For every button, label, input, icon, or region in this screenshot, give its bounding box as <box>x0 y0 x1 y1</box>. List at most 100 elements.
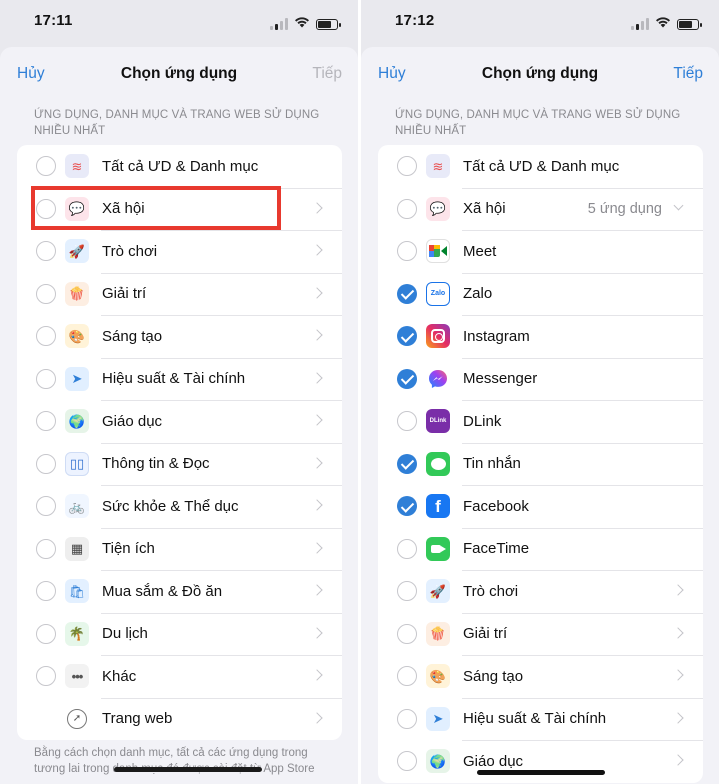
list-item-productivity[interactable]: ➤ Hiệu suất & Tài chính <box>378 697 703 741</box>
next-button[interactable]: Tiếp <box>673 65 703 83</box>
item-label: Zalo <box>463 285 493 303</box>
checkmark-icon[interactable] <box>397 326 417 347</box>
list-item-social[interactable]: 💬 Xã hội 5 ứng dụng <box>378 187 703 231</box>
dlink-icon: DLink <box>426 409 450 434</box>
messages-icon <box>426 451 450 476</box>
item-label: Khác <box>102 667 137 685</box>
section-header: ỨNG DỤNG, DANH MỤC VÀ TRANG WEB SỬ DỤNG … <box>395 109 681 137</box>
list-item-shopping[interactable]: 🛍 Mua sắm & Đồ ăn <box>17 570 342 613</box>
list-item-other[interactable]: ••• Khác <box>17 655 342 698</box>
list-item-reading[interactable]: ▯▯ Thông tin & Đọc <box>17 442 342 486</box>
navigation-bar: Hủy Chọn ứng dụng Tiếp <box>361 47 719 99</box>
navigation-bar: Hủy Chọn ứng dụng Tiếp <box>0 47 358 99</box>
cellular-signal-icon <box>631 18 649 30</box>
list-item-all-apps[interactable]: ≋ Tất cả ƯD & Danh mục <box>17 145 342 188</box>
list-item-facebook[interactable]: f Facebook <box>378 485 703 528</box>
selection-circle[interactable] <box>397 708 417 729</box>
list-item-health[interactable]: 🚲 Sức khỏe & Thể dục <box>17 485 342 528</box>
selection-circle[interactable] <box>397 666 417 687</box>
selection-circle[interactable] <box>36 283 56 304</box>
checkmark-icon[interactable] <box>397 283 417 304</box>
chevron-down-icon[interactable] <box>673 200 684 210</box>
selection-circle[interactable] <box>36 368 56 389</box>
selection-circle[interactable] <box>36 623 56 644</box>
list-item-social[interactable]: 💬 Xã hội <box>17 187 342 231</box>
chevron-right-icon <box>311 286 323 299</box>
list-item-productivity[interactable]: ➤ Hiệu suất & Tài chính <box>17 357 342 401</box>
cellular-signal-icon <box>270 18 288 30</box>
list-item-facetime[interactable]: FaceTime <box>378 527 703 571</box>
selection-circle[interactable] <box>397 751 417 772</box>
section-header: ỨNG DỤNG, DANH MỤC VÀ TRANG WEB SỬ DỤNG … <box>34 109 320 137</box>
selection-circle[interactable] <box>36 538 56 559</box>
item-label: Sức khỏe & Thể dục <box>102 497 239 515</box>
category-list: ≋ Tất cả ƯD & Danh mục 💬 Xã hội 🚀 Trò ch… <box>17 145 342 740</box>
item-label: Hiệu suất & Tài chính <box>463 710 607 728</box>
checkmark-icon[interactable] <box>397 453 417 474</box>
list-item-utilities[interactable]: ▦ Tiện ích <box>17 527 342 571</box>
item-label: Tiện ích <box>102 540 155 558</box>
selection-circle[interactable] <box>36 453 56 474</box>
facetime-icon <box>426 536 450 561</box>
item-label: Giải trí <box>463 625 508 643</box>
list-item-travel[interactable]: 🌴 Du lịch <box>17 612 342 656</box>
selection-circle[interactable] <box>36 156 56 177</box>
item-label: Xã hội <box>102 200 145 218</box>
rocket-icon: 🚀 <box>65 239 89 264</box>
selection-circle[interactable] <box>397 581 417 602</box>
list-item-creativity[interactable]: 🎨 Sáng tạo <box>378 655 703 698</box>
selection-circle[interactable] <box>397 411 417 432</box>
selection-circle[interactable] <box>36 326 56 347</box>
list-item-games[interactable]: 🚀 Trò chơi <box>378 570 703 613</box>
shopping-bag-icon: 🛍 <box>65 579 89 604</box>
list-item-zalo[interactable]: Zalo Zalo <box>378 272 703 316</box>
list-item-entertainment[interactable]: 🍿 Giải trí <box>17 272 342 316</box>
item-label: Giáo dục <box>102 412 163 430</box>
screenshot-left: 17:11 Hủy Chọn ứng dụng Tiếp ỨNG DỤNG, D… <box>0 0 358 784</box>
list-item-messages[interactable]: Tin nhắn <box>378 442 703 486</box>
wifi-icon <box>294 15 310 33</box>
item-label: FaceTime <box>463 540 530 558</box>
selection-circle[interactable] <box>36 241 56 262</box>
paper-plane-icon: ➤ <box>65 366 89 391</box>
selection-circle[interactable] <box>397 623 417 644</box>
next-button[interactable]: Tiếp <box>312 65 342 83</box>
chevron-right-icon <box>311 244 323 256</box>
item-label: Meet <box>463 242 497 260</box>
item-label: Trò chơi <box>102 242 158 260</box>
bicycle-icon: 🚲 <box>65 494 89 519</box>
home-indicator <box>477 770 605 775</box>
selection-circle[interactable] <box>397 198 417 219</box>
list-item-education[interactable]: 🌍 Giáo dục <box>378 740 703 783</box>
list-item-entertainment[interactable]: 🍿 Giải trí <box>378 612 703 656</box>
list-item-education[interactable]: 🌍 Giáo dục <box>17 400 342 443</box>
selection-circle[interactable] <box>397 538 417 559</box>
chevron-right-icon <box>311 456 323 469</box>
more-icon: ••• <box>65 664 89 689</box>
list-item-meet[interactable]: Meet <box>378 230 703 273</box>
selection-circle[interactable] <box>397 156 417 177</box>
list-item-websites[interactable]: ➚ Trang web <box>17 697 342 741</box>
palm-tree-icon: 🌴 <box>65 621 89 646</box>
item-label: Messenger <box>463 370 538 388</box>
list-item-dlink[interactable]: DLink DLink <box>378 400 703 443</box>
list-item-games[interactable]: 🚀 Trò chơi <box>17 230 342 273</box>
selection-circle[interactable] <box>36 666 56 687</box>
list-item-instagram[interactable]: Instagram <box>378 315 703 358</box>
list-item-messenger[interactable]: Messenger <box>378 357 703 401</box>
selection-circle[interactable] <box>36 411 56 432</box>
list-item-all-apps[interactable]: ≋ Tất cả ƯD & Danh mục <box>378 145 703 188</box>
selection-circle[interactable] <box>36 198 56 219</box>
item-label: Thông tin & Đọc <box>102 455 210 473</box>
selection-circle[interactable] <box>397 241 417 262</box>
selection-circle[interactable] <box>36 496 56 517</box>
selection-circle[interactable] <box>36 581 56 602</box>
item-label: Tất cả ƯD & Danh mục <box>102 157 259 175</box>
list-item-creativity[interactable]: 🎨 Sáng tạo <box>17 315 342 358</box>
app-count: 5 ứng dụng <box>587 200 662 217</box>
battery-icon <box>677 18 702 30</box>
checkmark-icon[interactable] <box>397 368 417 389</box>
item-label: Tất cả ƯD & Danh mục <box>463 157 620 175</box>
checkmark-icon[interactable] <box>397 496 417 517</box>
instagram-icon <box>426 324 450 349</box>
